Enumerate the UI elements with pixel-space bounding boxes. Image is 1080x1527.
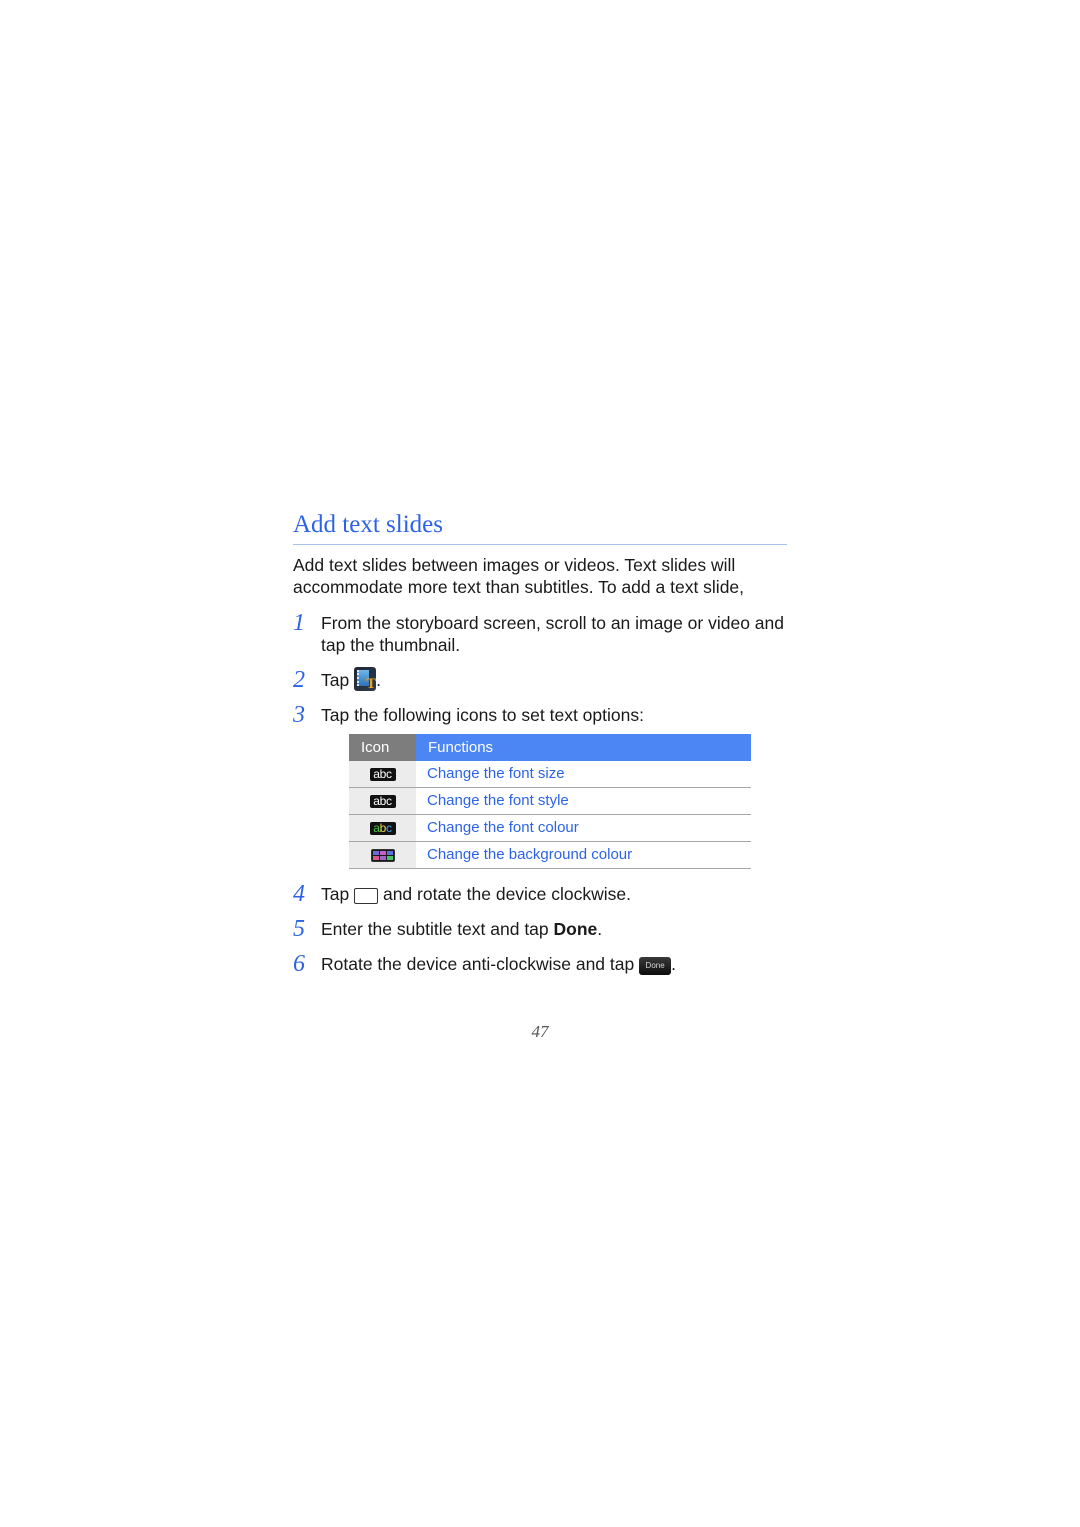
step-number: 4: [293, 881, 305, 908]
step-3: 3 Tap the following icons to set text op…: [293, 702, 787, 870]
title-divider: [293, 544, 787, 545]
section-title: Add text slides: [293, 511, 443, 538]
page-number: 47: [531, 1022, 549, 1041]
manual-page: Add text slides Add text slides between …: [293, 508, 787, 988]
text-options-table: Icon Functions abc Change the font size …: [349, 734, 751, 870]
table-row: abc Change the font style: [349, 787, 751, 816]
step-4: 4 Tap and rotate the device clockwise.: [293, 881, 787, 908]
step-5: 5 Enter the subtitle text and tap Done.: [293, 916, 787, 943]
done-label: Done: [553, 919, 598, 940]
step-text-end: and rotate the device clockwise.: [382, 884, 632, 905]
function-label: Change the background colour: [416, 841, 751, 870]
step-number: 2: [293, 667, 305, 693]
step-text-end: .: [597, 919, 603, 940]
keyboard-icon: [354, 887, 379, 904]
function-label: Change the font colour: [416, 814, 751, 843]
font-colour-icon: abc: [369, 821, 396, 835]
background-colour-icon: [370, 848, 395, 862]
step-text: From the storyboard screen, scroll to an…: [321, 613, 784, 655]
step-number: 1: [293, 610, 305, 636]
column-header-functions: Functions: [416, 734, 751, 762]
step-text: Rotate the device anti-clockwise and tap: [321, 954, 635, 975]
function-label: Change the font style: [416, 787, 751, 816]
t-letter-graphic: T: [366, 676, 377, 693]
done-button-icon: Done: [639, 956, 672, 975]
step-text: Enter the subtitle text and tap: [321, 919, 549, 940]
table-header-row: Icon Functions: [349, 734, 751, 762]
steps-list: 1 From the storyboard screen, scroll to …: [293, 610, 787, 978]
step-number: 6: [293, 951, 305, 978]
step-number: 3: [293, 702, 305, 729]
step-text: Tap: [321, 670, 350, 690]
step-number: 5: [293, 916, 305, 943]
step-text-end: .: [376, 670, 381, 690]
font-style-icon: abc: [369, 794, 396, 808]
font-size-icon: abc: [369, 767, 396, 781]
step-text: Tap the following icons to set text opti…: [321, 705, 644, 726]
text-slide-icon: T: [354, 667, 377, 693]
step-2: 2 Tap T .: [293, 667, 787, 693]
table-row: abc Change the font size: [349, 761, 751, 789]
table-row: abc Change the font colour: [349, 814, 751, 843]
step-text: Tap: [321, 884, 350, 905]
step-text-end: .: [671, 954, 676, 975]
step-6: 6 Rotate the device anti-clockwise and t…: [293, 951, 787, 978]
table-row: Change the background colour: [349, 841, 751, 870]
step-1: 1 From the storyboard screen, scroll to …: [293, 610, 787, 656]
function-label: Change the font size: [416, 761, 751, 789]
column-header-icon: Icon: [349, 734, 416, 762]
intro-paragraph: Add text slides between images or videos…: [293, 555, 745, 597]
